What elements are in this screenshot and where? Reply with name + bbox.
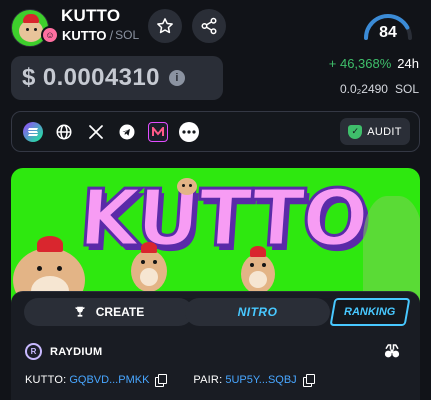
score-value: 84	[379, 24, 397, 41]
share-icon	[201, 17, 217, 35]
favorite-button[interactable]	[148, 9, 182, 43]
address-row: KUTTO: GQBVD...PMKK PAIR: 5UP5Y...SQBJ	[25, 374, 315, 387]
copy-token-address-icon[interactable]	[155, 374, 168, 387]
audit-label: AUDIT	[367, 125, 402, 138]
shield-check-icon: ✓	[348, 124, 363, 139]
banner-hamster-center	[129, 240, 169, 292]
hamster-eye	[57, 266, 62, 271]
star-icon	[157, 18, 173, 34]
website-globe-icon[interactable]	[54, 122, 74, 142]
tab-nitro[interactable]: NITRO	[185, 298, 330, 326]
social-links-bar: ✓ AUDIT	[11, 111, 420, 152]
hamster-eye-left	[26, 28, 29, 31]
pair-address-group: PAIR: 5UP5Y...SQBJ	[193, 374, 315, 387]
hamster-body	[177, 178, 197, 195]
token-price: $ 0.0004310	[22, 64, 160, 91]
hamster-hat	[37, 236, 63, 252]
pump-glyph	[152, 127, 164, 136]
tab-ranking[interactable]: RANKING	[329, 298, 411, 326]
pump-fun-icon[interactable]	[148, 122, 168, 142]
telegram-icon[interactable]	[117, 122, 137, 142]
hamster-hat	[141, 242, 157, 253]
action-panel: CREATE NITRO RANKING R RAYDIUM KUTTO: GQ…	[11, 291, 420, 400]
token-address-value[interactable]: GQBVD...PMKK	[69, 374, 149, 386]
hamster-hat	[23, 14, 39, 23]
solana-icon[interactable]	[23, 122, 43, 142]
info-icon[interactable]: i	[168, 70, 185, 86]
hamster-eye	[37, 266, 42, 271]
change-percent: + 46,368%	[328, 56, 392, 71]
chain-label: SOL	[115, 28, 140, 42]
price-change: + 46,368% 24h	[329, 56, 419, 71]
token-symbol: KUTTO	[62, 27, 107, 43]
pump-badge-icon: ☺	[41, 26, 59, 44]
globe-glyph	[56, 124, 72, 140]
trophy-icon	[75, 306, 85, 317]
token-header: KUTTO ☺ KUTTO / SOL 84 $ 0.0004310 i + 4…	[0, 0, 431, 108]
tab-create-label: CREATE	[95, 305, 145, 319]
dex-info[interactable]: R RAYDIUM	[25, 343, 102, 360]
token-name: KUTTO	[61, 6, 121, 25]
liquidity-unit: SOL	[394, 82, 419, 96]
hamster-eye	[153, 260, 157, 264]
liquidity-value: 0.0₂2490	[339, 82, 388, 96]
hamster-hat	[250, 246, 266, 257]
x-glyph	[89, 125, 103, 139]
hamster-eye-right	[34, 28, 37, 31]
binoculars-icon[interactable]	[383, 342, 401, 360]
telegram-glyph	[119, 124, 135, 140]
hamster-face	[19, 20, 43, 42]
raydium-icon: R	[25, 343, 42, 360]
tab-nitro-label: NITRO	[237, 305, 278, 319]
solana-glyph	[28, 128, 38, 136]
hamster-belly	[140, 268, 158, 286]
copy-pair-address-icon[interactable]	[302, 374, 315, 387]
score-gauge[interactable]: 84	[359, 8, 417, 48]
symbol-separator: /	[109, 27, 114, 43]
more-glyph	[182, 130, 196, 134]
pair-address-label: PAIR:	[193, 374, 223, 386]
x-twitter-icon[interactable]	[86, 122, 106, 142]
change-period: 24h	[397, 56, 419, 71]
hamster-eye	[182, 184, 185, 187]
pair-address-value[interactable]: 5UP5Y...SQBJ	[225, 374, 296, 386]
hamster-belly	[249, 271, 267, 288]
liquidity: 0.0₂2490 SOL	[340, 82, 419, 96]
tab-create[interactable]: CREATE	[24, 298, 193, 326]
banner-ghost-hamster	[363, 196, 420, 306]
hamster-eye	[250, 263, 254, 267]
token-address-label: KUTTO:	[25, 374, 67, 386]
hamster-eye	[262, 263, 266, 267]
hamster-eye	[141, 260, 145, 264]
tab-ranking-label: RANKING	[344, 306, 396, 318]
banner-title: KUTTO	[75, 173, 371, 266]
banner-hamster-right	[239, 244, 277, 294]
price-display: $ 0.0004310 i	[11, 56, 223, 100]
dex-name: RAYDIUM	[50, 345, 103, 358]
more-icon[interactable]	[179, 122, 199, 142]
banner-hamster-small	[177, 176, 199, 196]
share-button[interactable]	[192, 9, 226, 43]
hamster-eye	[189, 184, 192, 187]
token-subtitle: ☺ KUTTO / SOL	[41, 26, 139, 44]
audit-button[interactable]: ✓ AUDIT	[340, 118, 410, 145]
